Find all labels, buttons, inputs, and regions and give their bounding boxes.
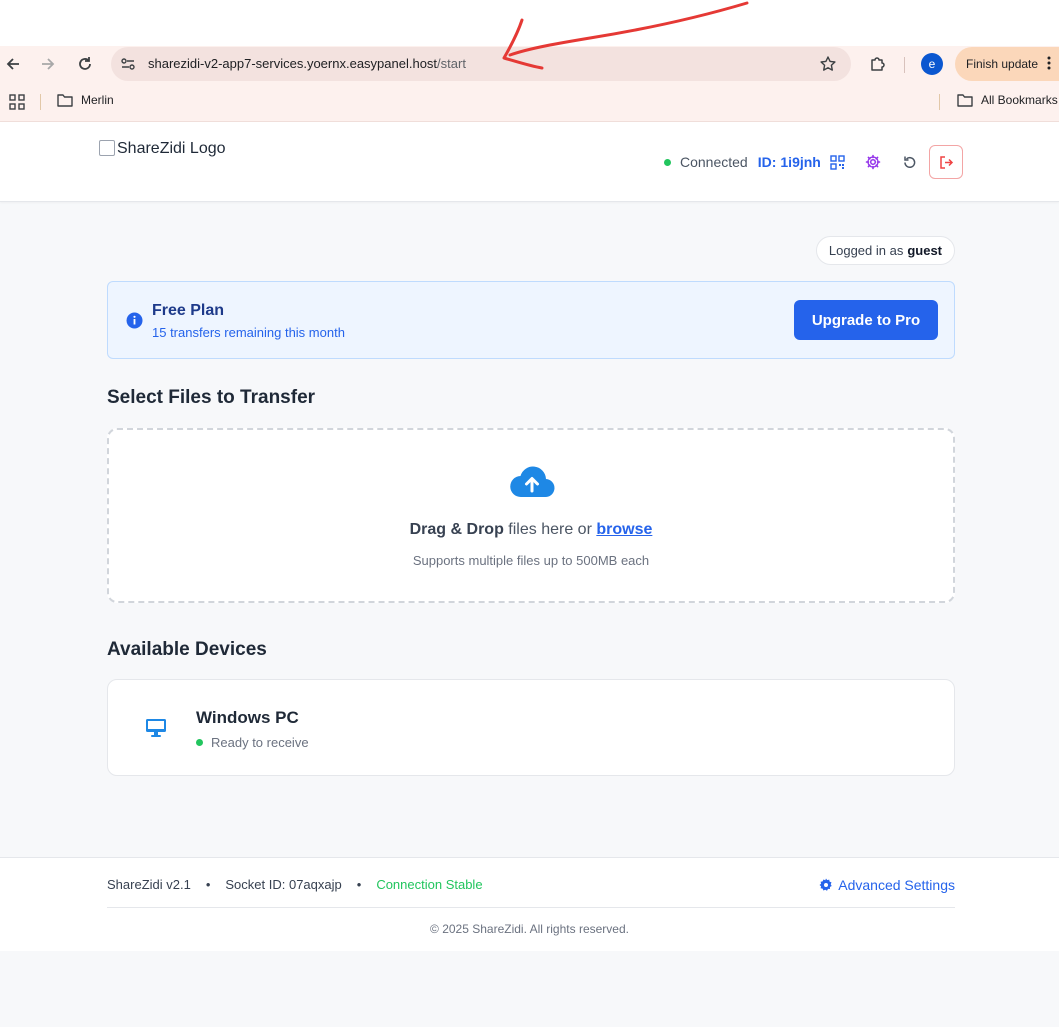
- bookmark-all-bookmarks[interactable]: All Bookmarks: [957, 93, 1058, 107]
- bookmark-label: All Bookmarks: [981, 93, 1058, 107]
- folder-icon: [957, 94, 973, 107]
- bookmarks-divider: [40, 94, 41, 110]
- reload-icon: [79, 57, 91, 70]
- app-page: ShareZidi Logo Connected ID: 1i9jnh Logg…: [0, 122, 1059, 1027]
- broken-image-icon: [99, 140, 115, 156]
- device-name: Windows PC: [196, 708, 299, 727]
- status-dot: [196, 739, 203, 746]
- browse-link[interactable]: browse: [596, 521, 652, 538]
- logo-alt-text: ShareZidi Logo: [117, 140, 226, 157]
- connection-status: Connected ID: 1i9jnh: [664, 154, 821, 170]
- bookmarks-divider: [939, 94, 940, 110]
- app-version: ShareZidi v2.1: [107, 877, 191, 892]
- logged-in-user: guest: [907, 243, 942, 258]
- gear-icon: [865, 154, 881, 170]
- folder-icon: [57, 94, 73, 107]
- logout-button[interactable]: [929, 145, 963, 179]
- device-id-label: ID:: [757, 154, 777, 170]
- app-footer: ShareZidi v2.1 • Socket ID: 07aqxajp • C…: [0, 857, 1059, 951]
- device-status: Ready to receive: [196, 735, 309, 750]
- dropzone-instructions: Drag & Drop files here or browse: [109, 521, 953, 539]
- footer-meta: ShareZidi v2.1 • Socket ID: 07aqxajp • C…: [107, 877, 483, 892]
- url-text: sharezidi-v2-app7-services.yoernx.easypa…: [148, 56, 466, 71]
- plan-subtitle: 15 transfers remaining this month: [152, 325, 345, 340]
- app-logo: ShareZidi Logo: [99, 140, 226, 158]
- bookmark-star-icon[interactable]: [819, 55, 837, 73]
- bookmark-merlin[interactable]: Merlin: [57, 93, 114, 107]
- bookmark-label: Merlin: [81, 93, 114, 107]
- bookmarks-bar: Merlin All Bookmarks: [0, 82, 1059, 122]
- devices-section-title: Available Devices: [107, 639, 267, 660]
- gear-icon: [819, 878, 832, 891]
- drag-text: files here or: [503, 521, 597, 538]
- qr-code-icon: [829, 154, 845, 170]
- toolbar-divider: [904, 57, 905, 73]
- site-info-icon[interactable]: [119, 55, 137, 73]
- qr-code-button[interactable]: [828, 153, 846, 171]
- refresh-icon: [903, 156, 915, 168]
- settings-button[interactable]: [864, 153, 882, 171]
- info-icon: [126, 312, 143, 329]
- reset-button[interactable]: [900, 153, 918, 171]
- connection-quality: Connection Stable: [376, 877, 483, 892]
- forward-button[interactable]: [38, 54, 58, 74]
- logout-icon: [939, 155, 953, 169]
- more-options-icon[interactable]: [1047, 56, 1051, 70]
- address-bar[interactable]: sharezidi-v2-app7-services.yoernx.easypa…: [111, 47, 851, 81]
- drag-drop-label: Drag & Drop: [409, 521, 504, 538]
- bullet-separator: •: [205, 877, 211, 892]
- bullet-separator: •: [356, 877, 362, 892]
- transfer-section-title: Select Files to Transfer: [107, 387, 316, 408]
- plan-title: Free Plan: [152, 302, 225, 319]
- advanced-settings-label: Advanced Settings: [838, 877, 955, 893]
- copyright-text: © 2025 ShareZidi. All rights reserved.: [430, 922, 629, 936]
- file-dropzone[interactable]: Drag & Drop files here or browse Support…: [107, 428, 955, 603]
- apps-grid-icon[interactable]: [9, 94, 25, 110]
- monitor-icon: [146, 719, 166, 737]
- arrow-right-icon: [42, 58, 55, 70]
- logged-in-prefix: Logged in as: [828, 243, 904, 258]
- back-button[interactable]: [3, 54, 23, 74]
- plan-banner: Free Plan 15 transfers remaining this mo…: [107, 281, 955, 359]
- annotation-area: [0, 0, 1059, 46]
- socket-id: Socket ID: 07aqxajp: [225, 877, 342, 892]
- reload-button[interactable]: [75, 54, 95, 74]
- dropzone-hint: Supports multiple files up to 500MB each: [412, 553, 650, 568]
- browser-toolbar: sharezidi-v2-app7-services.yoernx.easypa…: [0, 46, 1059, 82]
- cloud-upload-icon: [510, 466, 555, 498]
- upgrade-button[interactable]: Upgrade to Pro: [794, 300, 938, 340]
- extensions-icon[interactable]: [868, 54, 888, 74]
- device-id-value: 1i9jnh: [780, 154, 821, 170]
- finish-update-label: Finish update: [966, 57, 1039, 71]
- app-header: ShareZidi Logo Connected ID: 1i9jnh: [0, 122, 1059, 202]
- finish-update-button[interactable]: Finish update: [955, 47, 1059, 81]
- status-text: Connected: [680, 154, 748, 170]
- status-dot: [664, 158, 671, 166]
- profile-avatar[interactable]: e: [921, 53, 943, 75]
- advanced-settings-link[interactable]: Advanced Settings: [819, 877, 955, 893]
- device-status-text: Ready to receive: [211, 735, 309, 750]
- footer-divider: [107, 907, 955, 908]
- device-card[interactable]: Windows PC Ready to receive: [107, 679, 955, 776]
- arrow-left-icon: [6, 58, 19, 70]
- logged-in-badge: Logged in as guest: [815, 236, 955, 265]
